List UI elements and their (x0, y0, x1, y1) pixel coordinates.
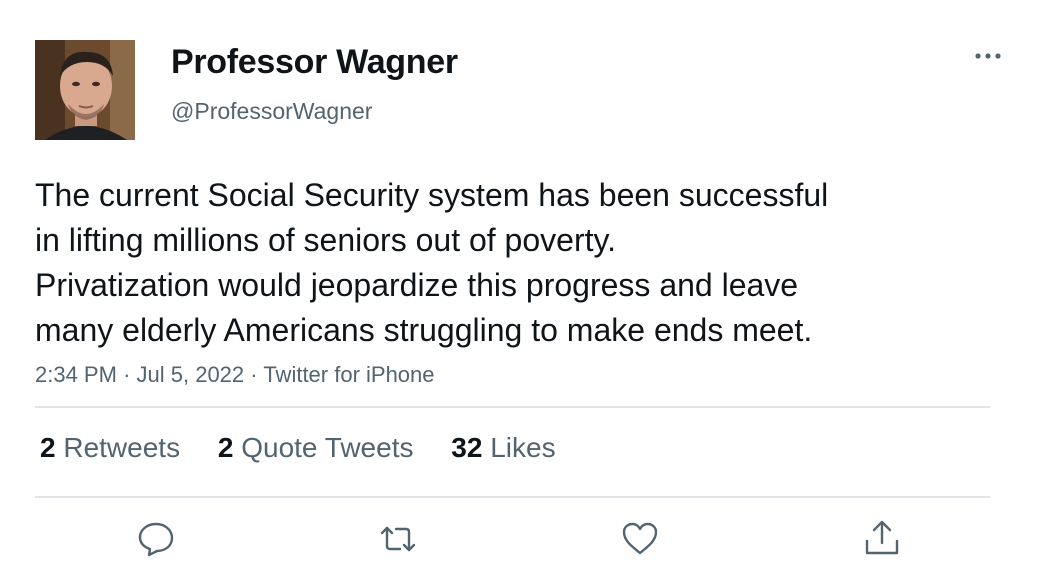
share-icon[interactable] (862, 519, 902, 559)
tweet-source[interactable]: Twitter for iPhone (263, 362, 434, 387)
more-options-icon[interactable] (970, 46, 1006, 66)
avatar[interactable] (35, 40, 135, 140)
likes-label: Likes (490, 432, 556, 463)
separator: · (250, 362, 258, 387)
tweet-text: The current Social Security system has b… (35, 173, 955, 353)
reply-icon[interactable] (136, 519, 176, 559)
retweets-stat[interactable]: 2 Retweets (40, 432, 180, 464)
tweet-time[interactable]: 2:34 PM (35, 362, 117, 387)
profile-photo (35, 40, 135, 140)
tweet-text-line: in lifting millions of seniors out of po… (35, 222, 616, 258)
divider (35, 496, 990, 498)
engagement-stats: 2 Retweets 2 Quote Tweets 32 Likes (40, 432, 586, 464)
quote-tweets-count: 2 (217, 432, 234, 463)
tweet-text-line: many elderly Americans struggling to mak… (35, 312, 813, 348)
like-icon[interactable] (620, 519, 660, 559)
quote-tweets-label: Quote Tweets (241, 432, 414, 463)
divider (35, 406, 990, 408)
tweet-date[interactable]: Jul 5, 2022 (137, 362, 245, 387)
separator: · (123, 362, 131, 387)
tweet-text-line: Privatization would jeopardize this prog… (35, 267, 799, 303)
user-handle[interactable]: @ProfessorWagner (171, 98, 372, 125)
tweet-text-line: The current Social Security system has b… (35, 177, 829, 213)
quote-tweets-stat[interactable]: 2 Quote Tweets (218, 432, 414, 464)
tweet-metadata: 2:34 PM · Jul 5, 2022 · Twitter for iPho… (35, 362, 435, 388)
retweet-icon[interactable] (378, 519, 418, 559)
likes-stat[interactable]: 32 Likes (451, 432, 555, 464)
likes-count: 32 (451, 432, 483, 463)
retweets-label: Retweets (63, 432, 181, 463)
retweets-count: 2 (40, 432, 56, 463)
display-name[interactable]: Professor Wagner (171, 43, 458, 82)
